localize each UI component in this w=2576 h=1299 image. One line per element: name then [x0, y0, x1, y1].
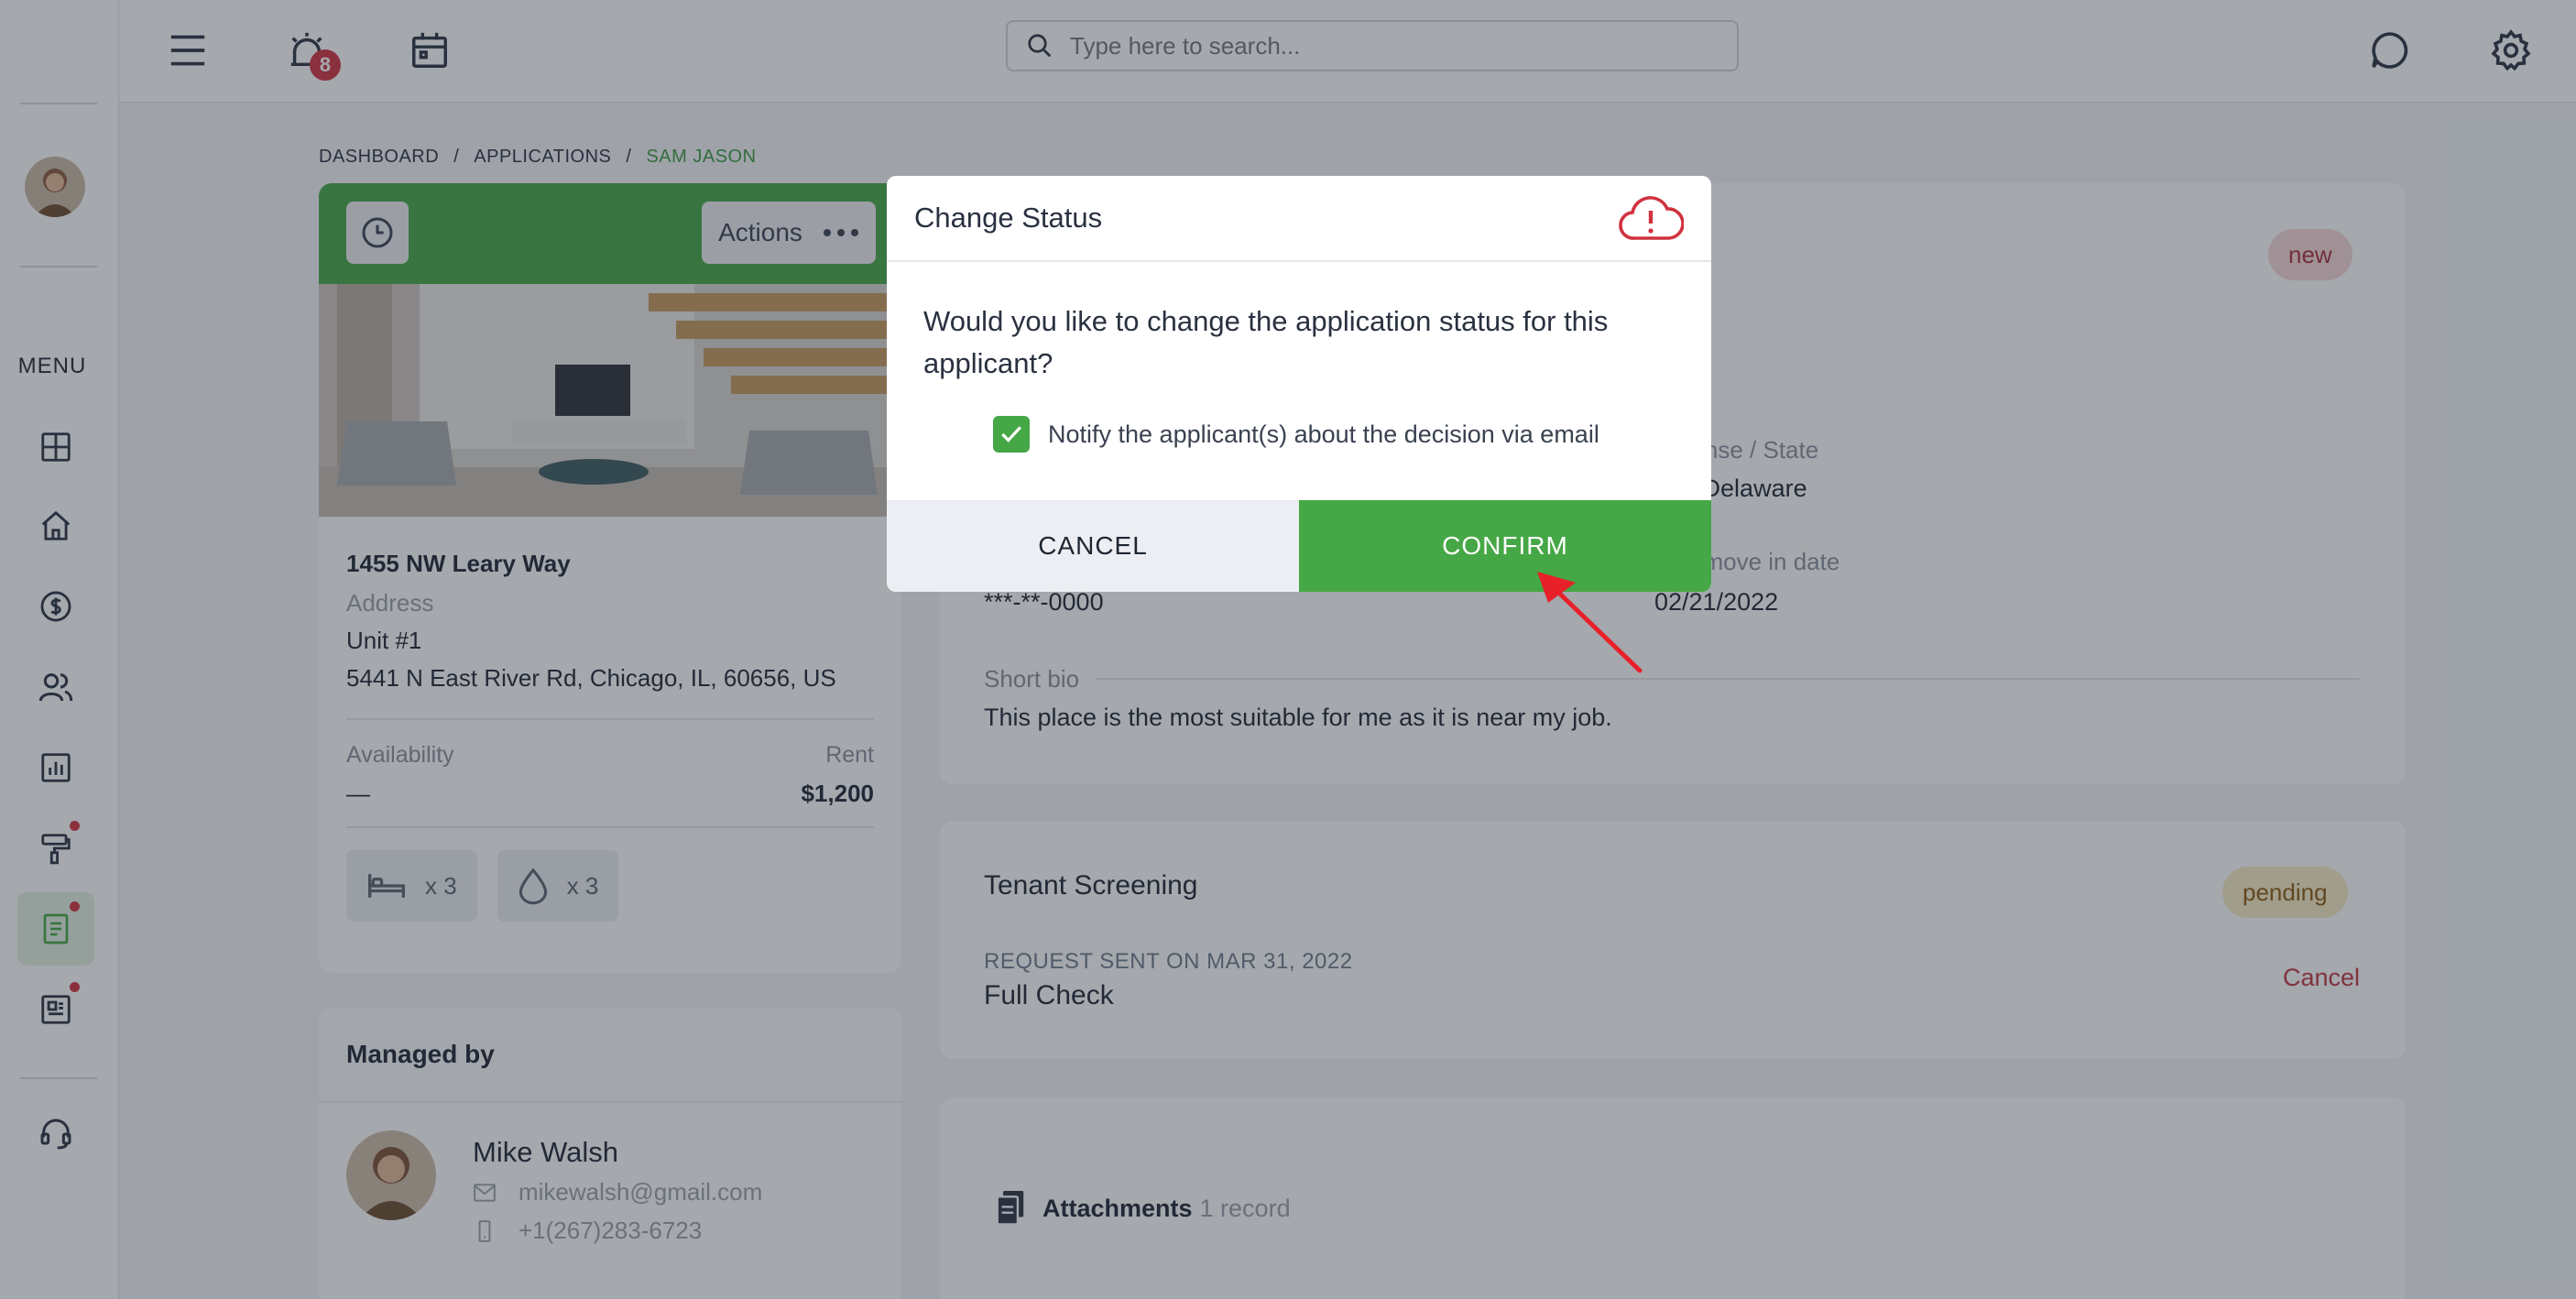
- notify-label: Notify the applicant(s) about the decisi…: [1048, 420, 1599, 448]
- change-status-dialog: Change Status Would you like to change t…: [887, 176, 1711, 592]
- pointer-arrow-annotation: [1537, 572, 1643, 673]
- dialog-header: Change Status: [887, 176, 1711, 262]
- notify-option[interactable]: Notify the applicant(s) about the decisi…: [993, 416, 1599, 453]
- confirm-button[interactable]: CONFIRM: [1299, 500, 1711, 592]
- check-icon: [1001, 426, 1021, 442]
- notify-checkbox[interactable]: [993, 416, 1030, 453]
- cloud-alert-icon: [1619, 196, 1684, 240]
- dialog-question: Would you like to change the application…: [923, 305, 1609, 379]
- dialog-title: Change Status: [914, 202, 1103, 234]
- cancel-button[interactable]: CANCEL: [887, 500, 1299, 592]
